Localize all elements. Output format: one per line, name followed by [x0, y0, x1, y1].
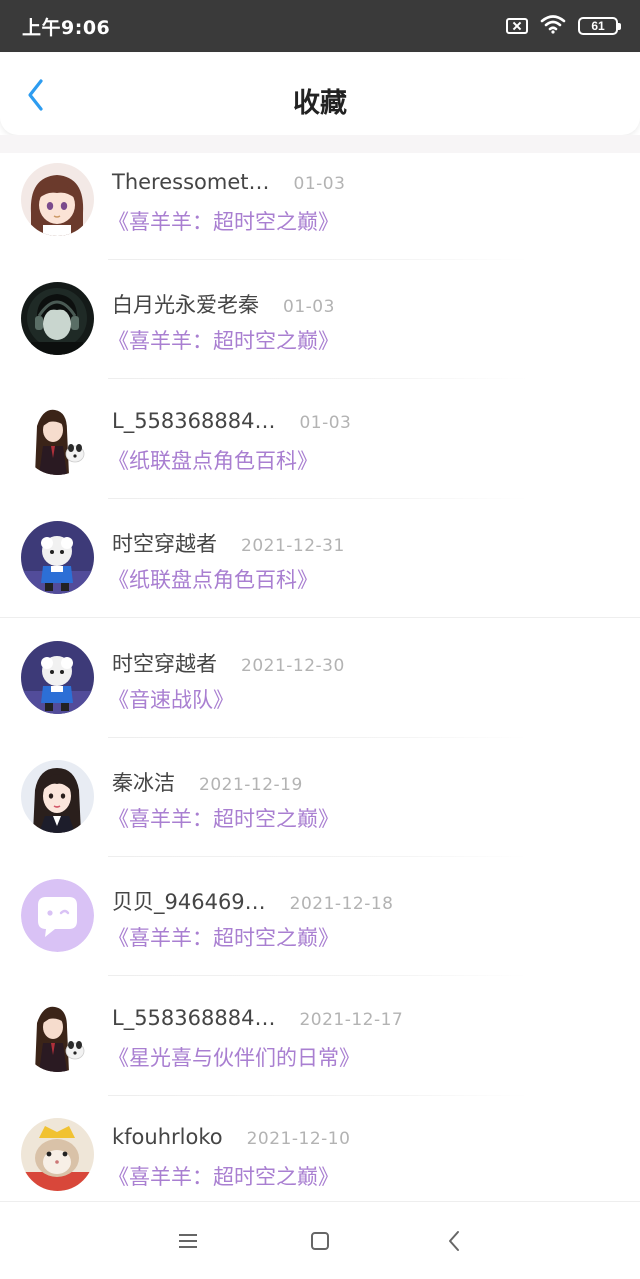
avatar[interactable]: [21, 640, 94, 714]
favorite-date: 2021-12-10: [246, 1129, 351, 1150]
book-title-link[interactable]: 《音速战队》: [108, 684, 234, 714]
favorite-date: 2021-12-17: [299, 1009, 404, 1030]
avatar[interactable]: [21, 401, 94, 475]
favorite-date: 2021-12-30: [241, 655, 345, 676]
row-divider: [108, 736, 528, 738]
list-item[interactable]: L_558368884… 01-03 《纸联盘点角色百科》: [0, 392, 640, 511]
list-item[interactable]: 贝贝_946469… 2021-12-18 《喜羊羊：超时空之巅》: [0, 869, 640, 988]
avatar[interactable]: [21, 163, 94, 236]
system-navigation-bar: [0, 1201, 640, 1279]
user-name: 贝贝_946469…: [112, 890, 266, 915]
battery-icon: 61: [578, 17, 621, 35]
status-bar: 上午9:06 61: [0, 0, 640, 52]
chevron-left-icon: [449, 1231, 459, 1251]
book-title-link[interactable]: 《喜羊羊：超时空之巅》: [108, 1161, 339, 1191]
favorite-date: 01-03: [299, 412, 352, 433]
avatar[interactable]: [21, 998, 94, 1072]
book-title-link[interactable]: 《喜羊羊：超时空之巅》: [108, 206, 339, 236]
user-name: 白月光永爱老秦: [112, 293, 259, 318]
square-icon: [311, 1232, 329, 1250]
book-title-link[interactable]: 《纸联盘点角色百科》: [108, 564, 318, 594]
row-divider: [108, 855, 528, 857]
avatar[interactable]: [21, 1118, 94, 1192]
favorite-date: 01-03: [283, 297, 335, 318]
row-divider: [108, 378, 528, 380]
list-item[interactable]: 白月光永爱老秦 01-03 《喜羊羊：超时空之巅》: [0, 272, 640, 391]
favorites-list: Theressomet… 01-03 《喜羊羊：超时空之巅》 白月光永爱老秦 0…: [0, 153, 640, 1228]
favorite-date: 01-03: [293, 174, 346, 194]
favorite-date: 2021-12-19: [199, 774, 303, 795]
avatar[interactable]: [21, 879, 94, 953]
list-item[interactable]: 秦冰洁 2021-12-19 《喜羊羊：超时空之巅》: [0, 750, 640, 869]
no-sim-icon: [506, 18, 528, 34]
row-divider: [108, 1094, 528, 1096]
status-time: 上午9:06: [22, 17, 111, 39]
menu-icon: [179, 1234, 197, 1248]
favorite-date: 2021-12-18: [289, 894, 394, 915]
user-name: 时空穿越者: [112, 651, 217, 676]
system-back-button[interactable]: [440, 1228, 468, 1254]
home-button[interactable]: [306, 1228, 334, 1254]
wifi-icon: [540, 14, 566, 38]
book-title-link[interactable]: 《喜羊羊：超时空之巅》: [108, 922, 339, 952]
list-item[interactable]: 时空穿越者 2021-12-31 《纸联盘点角色百科》: [0, 511, 640, 630]
user-name: kfouhrloko: [112, 1125, 223, 1150]
user-name: L_558368884…: [112, 1005, 276, 1030]
avatar[interactable]: [21, 759, 94, 833]
book-title-link[interactable]: 《星光喜与伙伴们的日常》: [108, 1042, 360, 1072]
section-spacer: [0, 135, 640, 153]
user-name: Theressomet…: [112, 170, 270, 194]
row-divider: [108, 497, 528, 499]
user-name: L_558368884…: [112, 408, 276, 433]
row-divider: [108, 259, 528, 260]
list-item[interactable]: Theressomet… 01-03 《喜羊羊：超时空之巅》: [0, 153, 640, 272]
book-title-link[interactable]: 《喜羊羊：超时空之巅》: [108, 325, 339, 355]
favorite-date: 2021-12-31: [241, 536, 345, 557]
avatar[interactable]: [21, 521, 94, 595]
row-divider: [0, 617, 640, 619]
menu-button[interactable]: [174, 1228, 202, 1254]
user-name: 秦冰洁: [112, 770, 175, 795]
avatar[interactable]: [21, 282, 94, 356]
book-title-link[interactable]: 《纸联盘点角色百科》: [108, 445, 318, 475]
user-name: 时空穿越者: [112, 532, 217, 557]
header: 收藏: [0, 53, 640, 135]
list-item[interactable]: L_558368884… 2021-12-17 《星光喜与伙伴们的日常》: [0, 989, 640, 1108]
page-title: 收藏: [293, 88, 347, 119]
status-icons: 61: [506, 14, 621, 38]
list-item[interactable]: 时空穿越者 2021-12-30 《音速战队》: [0, 631, 640, 750]
book-title-link[interactable]: 《喜羊羊：超时空之巅》: [108, 803, 339, 833]
row-divider: [108, 975, 528, 977]
